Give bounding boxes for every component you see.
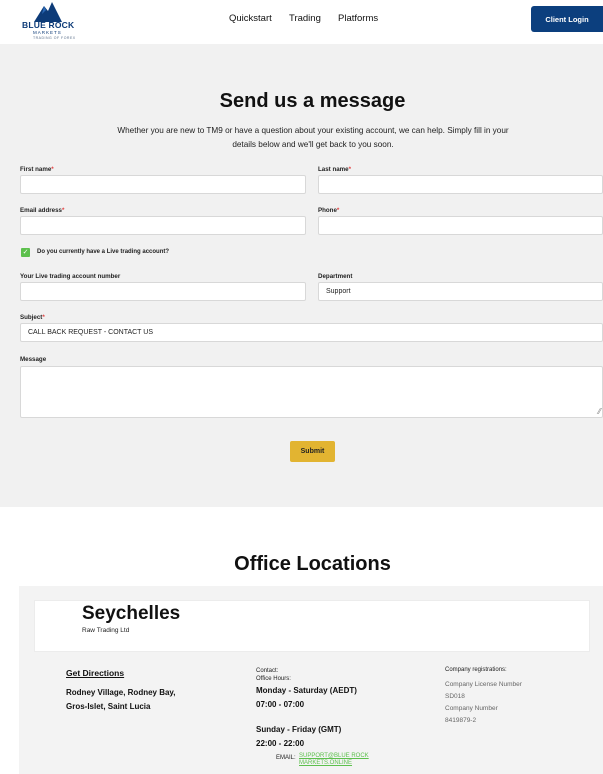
account-number-label: Your Live trading account number — [20, 273, 121, 280]
logo-mountain-icon — [34, 2, 62, 22]
company-number-value: 8419879-2 — [445, 717, 477, 724]
department-value: Support — [326, 288, 351, 295]
hours-1-time: 07:00 - 07:00 — [256, 700, 305, 709]
nav-platforms[interactable]: Platforms — [338, 13, 378, 24]
intro-line-2: details below and we'll get back to you … — [232, 140, 394, 149]
hours-2-days: Sunday - Friday (GMT) — [256, 725, 342, 734]
first-name-label: First name* — [20, 166, 54, 173]
subject-value: CALL BACK REQUEST - CONTACT US — [28, 329, 153, 336]
logo-subtext: MARKETS — [33, 30, 62, 35]
phone-label: Phone* — [318, 207, 340, 214]
office-city: Seychelles — [82, 603, 181, 624]
hours-1-days: Monday - Saturday (AEDT) — [256, 686, 357, 695]
account-number-input[interactable] — [20, 282, 306, 301]
email-input[interactable] — [20, 216, 306, 235]
email-label-text: EMAIL: — [276, 755, 296, 761]
site-header: BLUE ROCK MARKETS TRADING OF FOREX Quick… — [0, 0, 603, 44]
office-locations-title: Office Locations — [234, 553, 391, 575]
email-label: Email address* — [20, 207, 65, 214]
client-login-button[interactable]: Client Login — [531, 6, 603, 32]
live-account-checkbox[interactable]: ✓ — [21, 248, 30, 257]
form-title: Send us a message — [219, 90, 406, 112]
company-number-label: Company Number — [445, 705, 498, 712]
license-value: SD018 — [445, 693, 465, 700]
intro-line-1: Whether you are new to TM9 or have a que… — [117, 126, 509, 135]
department-select[interactable]: Support — [318, 282, 603, 301]
subject-input[interactable]: CALL BACK REQUEST - CONTACT US — [20, 323, 603, 342]
nav-trading[interactable]: Trading — [289, 13, 321, 24]
submit-button[interactable]: Submit — [290, 441, 335, 462]
message-textarea[interactable]: ⁄⁄ — [20, 366, 603, 418]
get-directions-link[interactable]: Get Directions — [66, 668, 124, 678]
office-hours-label: Office Hours: — [256, 676, 291, 682]
department-label: Department — [318, 273, 353, 280]
hours-2-time: 22:00 - 22:00 — [256, 739, 305, 748]
address-line-2: Gros-Islet, Saint Lucia — [66, 702, 151, 711]
contact-label: Contact: — [256, 668, 279, 674]
registrations-label: Company registrations: — [445, 667, 507, 673]
logo-tagline: TRADING OF FOREX — [33, 36, 76, 40]
message-label: Message — [20, 356, 47, 363]
address-line-1: Rodney Village, Rodney Bay, — [66, 688, 176, 697]
office-company: Raw Trading Ltd — [82, 627, 130, 634]
last-name-input[interactable] — [318, 175, 603, 194]
last-name-label: Last name* — [318, 166, 352, 173]
form-intro: Whether you are new to TM9 or have a que… — [96, 124, 530, 152]
live-account-checkbox-label: Do you currently have a Live trading acc… — [37, 249, 170, 255]
nav-quickstart[interactable]: Quickstart — [229, 13, 272, 24]
phone-input[interactable] — [318, 216, 603, 235]
logo-text: BLUE ROCK — [22, 20, 75, 30]
license-label: Company License Number — [445, 681, 522, 688]
first-name-input[interactable] — [20, 175, 306, 194]
subject-label: Subject* — [20, 314, 45, 321]
office-email-link[interactable]: SUPPORT@BLUE ROCK MARKETS.ONLINE — [299, 753, 389, 767]
office-address: Rodney Village, Rodney Bay, Gros-Islet, … — [66, 686, 216, 714]
resize-grip-icon[interactable]: ⁄⁄ — [598, 408, 601, 416]
